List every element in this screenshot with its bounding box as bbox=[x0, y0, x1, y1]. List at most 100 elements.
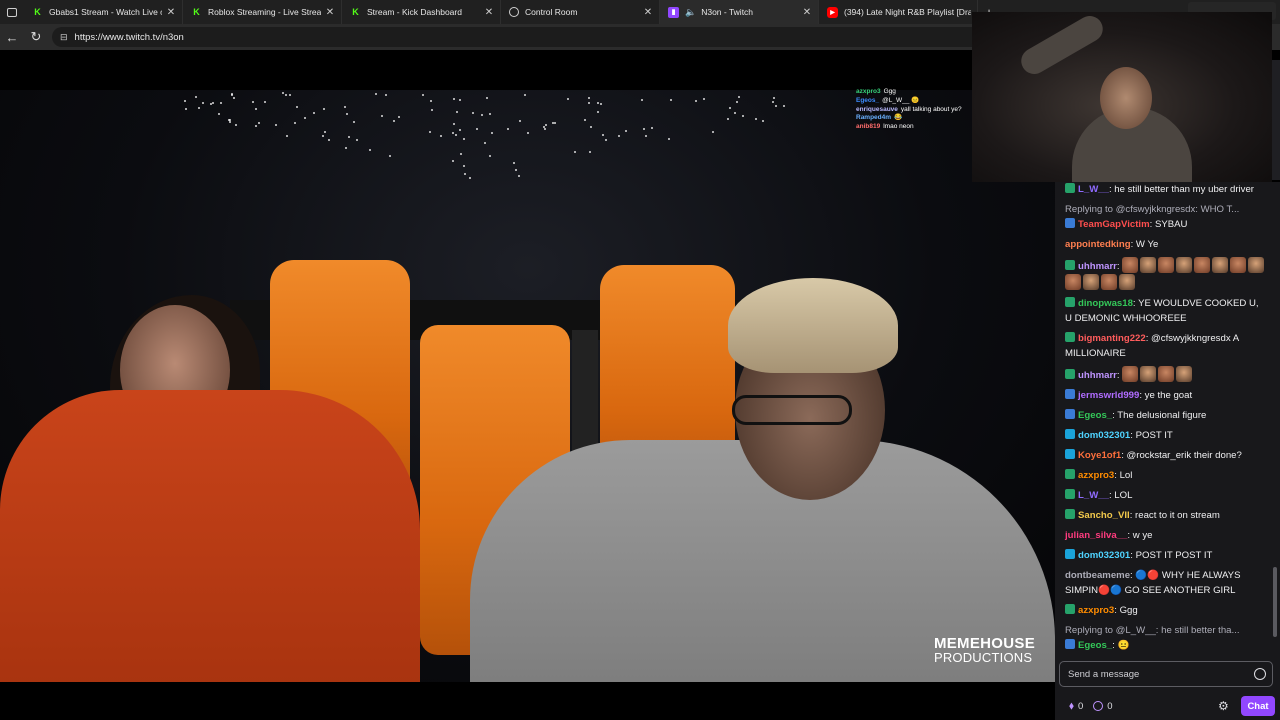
close-tab-icon[interactable]: ✕ bbox=[325, 7, 335, 18]
emote-picker-icon[interactable] bbox=[1254, 668, 1266, 680]
chat-message: L_W__: he still better than my uber driv… bbox=[1065, 182, 1268, 197]
chat-username[interactable]: dinopwas18 bbox=[1078, 298, 1133, 309]
video-player[interactable]: MEMEHOUSE PRODUCTIONS bbox=[0, 50, 1055, 720]
emote-icon[interactable] bbox=[1230, 257, 1247, 273]
chat-badge-icon[interactable] bbox=[1065, 549, 1075, 559]
chat-username[interactable]: julian_silva__ bbox=[1065, 530, 1127, 541]
window-menu-icon[interactable] bbox=[0, 0, 24, 24]
chat-message: Egeos_: The delusional figure bbox=[1065, 408, 1268, 423]
chat-message: Sancho_VII: react to it on stream bbox=[1065, 508, 1268, 523]
ceiling-star bbox=[491, 131, 494, 134]
emote-icon[interactable] bbox=[1248, 257, 1265, 273]
emote-icon[interactable] bbox=[1158, 257, 1175, 273]
chat-username[interactable]: Egeos_ bbox=[1078, 640, 1112, 651]
control-room-icon bbox=[509, 7, 519, 17]
emote-icon[interactable] bbox=[1122, 257, 1139, 273]
chat-username[interactable]: uhhmarr bbox=[1078, 370, 1117, 381]
emote-icon[interactable] bbox=[1119, 274, 1135, 290]
overlay-chat-row: Ramped4m 😂 bbox=[856, 114, 974, 123]
close-tab-icon[interactable]: ✕ bbox=[643, 7, 653, 18]
chat-username[interactable]: Egeos_ bbox=[1078, 410, 1112, 421]
url-input[interactable]: ⊟ https://www.twitch.tv/n3on bbox=[52, 27, 982, 47]
chat-text: : bbox=[1116, 370, 1120, 381]
chat-input[interactable]: Send a message bbox=[1059, 661, 1273, 687]
emote-icon[interactable] bbox=[1140, 257, 1157, 273]
chat-badge-icon[interactable] bbox=[1065, 489, 1075, 499]
channel-points-icon[interactable] bbox=[1093, 701, 1104, 711]
chat-badge-icon[interactable] bbox=[1065, 469, 1075, 479]
ceiling-star bbox=[232, 97, 235, 100]
chat-badge-icon[interactable] bbox=[1065, 389, 1075, 399]
chat-badge-icon[interactable] bbox=[1065, 332, 1075, 342]
ceiling-star bbox=[551, 122, 554, 125]
chat-badge-icon[interactable] bbox=[1065, 409, 1075, 419]
ceiling-star bbox=[772, 100, 775, 103]
chat-message: julian_silva__: w ye bbox=[1065, 528, 1268, 543]
chat-username[interactable]: L_W__ bbox=[1078, 184, 1109, 195]
chat-badge-icon[interactable] bbox=[1065, 297, 1075, 307]
chat-badge-icon[interactable] bbox=[1065, 183, 1075, 193]
reply-context[interactable]: Replying to @cfswyjkkngresdx: WHO T... bbox=[1065, 202, 1268, 217]
chat-badge-icon[interactable] bbox=[1065, 639, 1075, 649]
back-icon[interactable]: ← bbox=[0, 30, 24, 45]
chat-username[interactable]: dontbeameme bbox=[1065, 570, 1130, 581]
chat-username[interactable]: dom032301 bbox=[1078, 430, 1130, 441]
video-frame: MEMEHOUSE PRODUCTIONS bbox=[0, 90, 1055, 682]
chat-username[interactable]: jermswrld999 bbox=[1078, 390, 1139, 401]
chat-badge-icon[interactable] bbox=[1065, 218, 1075, 228]
chat-badge-icon[interactable] bbox=[1065, 604, 1075, 614]
chat-username[interactable]: Sancho_VII bbox=[1078, 510, 1130, 521]
chat-username[interactable]: bigmanting222 bbox=[1078, 333, 1146, 344]
emote-icon[interactable] bbox=[1101, 274, 1117, 290]
chat-username[interactable]: L_W__ bbox=[1078, 490, 1109, 501]
tab-gbabs1[interactable]: K Gbabs1 Stream - Watch Live on Kick ✕ bbox=[24, 0, 183, 24]
chat-badge-icon[interactable] bbox=[1065, 509, 1075, 519]
emote-icon[interactable] bbox=[1212, 257, 1229, 273]
emote-icon[interactable] bbox=[1083, 274, 1099, 290]
chat-username[interactable]: appointedking bbox=[1065, 239, 1131, 250]
chat-username[interactable]: Koye1of1 bbox=[1078, 450, 1121, 461]
ceiling-star bbox=[393, 120, 396, 123]
reply-context[interactable]: Replying to @L_W__: he still better tha.… bbox=[1065, 623, 1268, 638]
chat-badge-icon[interactable] bbox=[1065, 449, 1075, 459]
tab-kick-dashboard[interactable]: K Stream - Kick Dashboard ✕ bbox=[342, 0, 501, 24]
emote-row bbox=[1122, 366, 1194, 382]
emote-icon[interactable] bbox=[1194, 257, 1211, 273]
tab-control-room[interactable]: Control Room ✕ bbox=[501, 0, 660, 24]
chat-badge-icon[interactable] bbox=[1065, 429, 1075, 439]
site-info-icon[interactable]: ⊟ bbox=[60, 32, 68, 43]
chat-badge-icon[interactable] bbox=[1065, 260, 1075, 270]
chat-messages[interactable]: L_W__: he still better than my uber driv… bbox=[1055, 182, 1280, 660]
emote-icon[interactable] bbox=[1176, 366, 1193, 382]
chat-username[interactable]: TeamGapVictim bbox=[1078, 219, 1150, 230]
chat-username[interactable]: azxpro3 bbox=[1078, 605, 1114, 616]
chat-text: : bbox=[1116, 261, 1120, 272]
emote-icon[interactable] bbox=[1158, 366, 1175, 382]
chat-message: uhhmarr: bbox=[1065, 366, 1268, 383]
chat-username[interactable]: dom032301 bbox=[1078, 550, 1130, 561]
chat-scrollbar[interactable] bbox=[1273, 567, 1277, 637]
emote-icon[interactable] bbox=[1065, 274, 1081, 290]
emote-icon[interactable] bbox=[1140, 366, 1157, 382]
close-tab-icon[interactable]: ✕ bbox=[802, 7, 812, 18]
speaker-icon[interactable]: 🔈 bbox=[685, 7, 696, 18]
chat-username[interactable]: azxpro3 bbox=[1078, 470, 1114, 481]
watermark-line2: PRODUCTIONS bbox=[933, 650, 1033, 665]
tab-roblox[interactable]: K Roblox Streaming - Live Streams on Kic… bbox=[183, 0, 342, 24]
close-tab-icon[interactable]: ✕ bbox=[484, 7, 494, 18]
ceiling-star bbox=[519, 119, 522, 122]
chat-badge-icon[interactable] bbox=[1065, 369, 1075, 379]
ceiling-star bbox=[459, 99, 462, 102]
tab-youtube[interactable]: ▶ (394) Late Night R&B Playlist [Dra bbox=[819, 0, 978, 24]
ceiling-star bbox=[584, 118, 587, 121]
bits-icon[interactable]: ⬧ bbox=[1069, 700, 1074, 713]
emote-icon[interactable] bbox=[1122, 366, 1139, 382]
chat-settings-gear-icon[interactable]: ⚙ bbox=[1218, 699, 1229, 713]
chat-username[interactable]: uhhmarr bbox=[1078, 261, 1117, 272]
chat-send-button[interactable]: Chat bbox=[1241, 696, 1275, 716]
close-tab-icon[interactable]: ✕ bbox=[166, 7, 176, 18]
tab-twitch[interactable]: ▮ 🔈 N3on - Twitch ✕ bbox=[660, 0, 819, 24]
emote-icon[interactable] bbox=[1176, 257, 1193, 273]
reload-icon[interactable]: ↻ bbox=[24, 29, 48, 45]
chat-message: dom032301: POST IT bbox=[1065, 428, 1268, 443]
